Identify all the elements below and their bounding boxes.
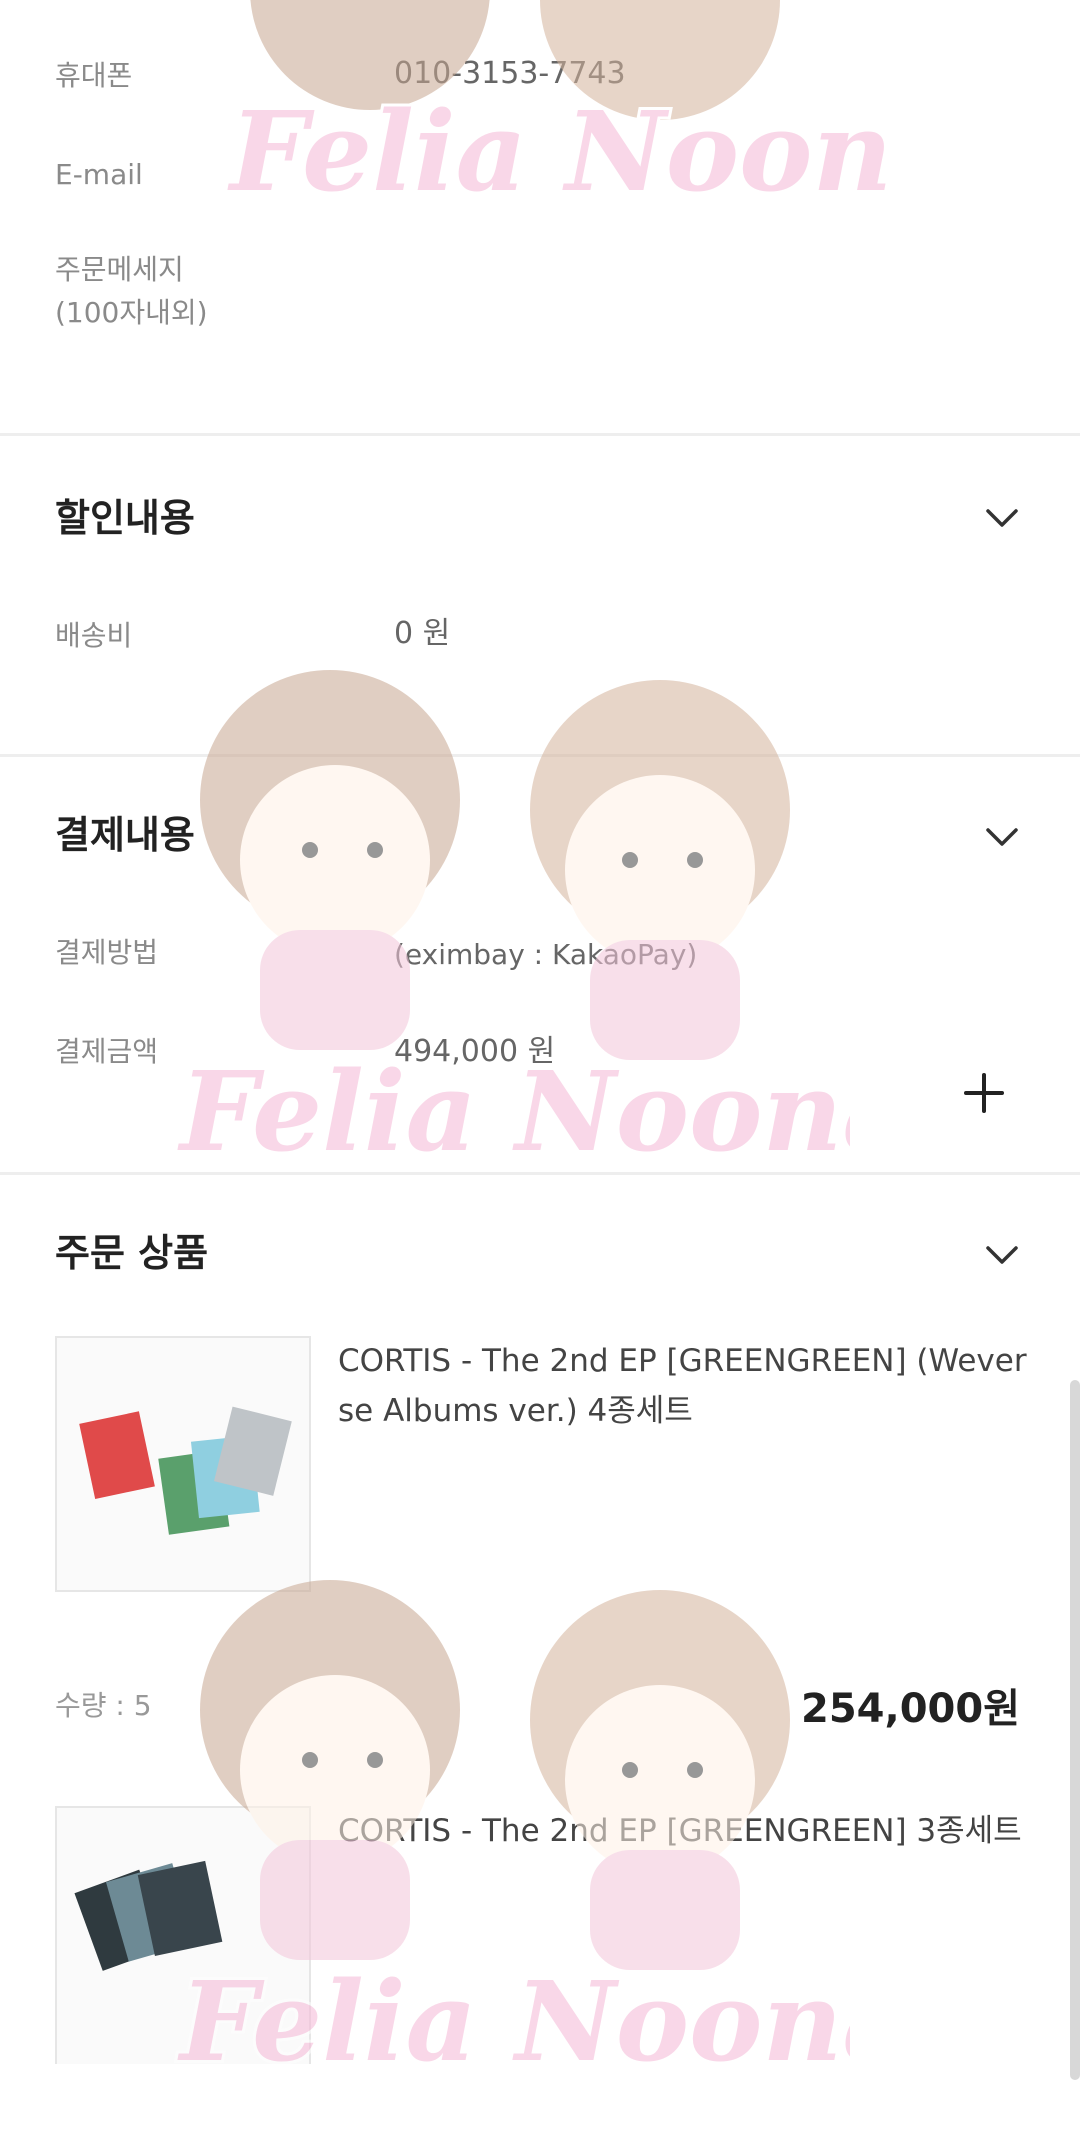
- payment-title[interactable]: 결제내용: [55, 812, 195, 858]
- shipping-fee-value: 0 원: [394, 616, 451, 651]
- email-label: E-mail: [55, 158, 143, 191]
- order-message-sublabel: (100자내외): [55, 296, 208, 329]
- plus-fab-button[interactable]: [934, 1043, 1034, 1143]
- payment-method-label: 결제방법: [55, 936, 159, 969]
- section-divider: [0, 433, 1080, 436]
- chevron-down-icon[interactable]: [978, 813, 1026, 861]
- product-thumbnail[interactable]: [55, 1336, 311, 1592]
- shipping-fee-label: 배송비: [55, 619, 133, 652]
- plus-icon: [964, 1073, 1004, 1113]
- album-image: [79, 1406, 292, 1535]
- order-items-title[interactable]: 주문 상품: [55, 1230, 208, 1276]
- product-thumbnail[interactable]: [55, 1806, 311, 2064]
- order-message-label: 주문메세지: [55, 253, 184, 286]
- watermark-text: Felia Noona: [227, 87, 890, 216]
- chevron-down-icon[interactable]: [978, 1231, 1026, 1279]
- section-divider: [0, 1172, 1080, 1175]
- chevron-down-icon[interactable]: [978, 494, 1026, 542]
- product-name[interactable]: CORTIS - The 2nd EP [GREENGREEN] (Wevers…: [338, 1336, 1028, 1436]
- phone-label: 휴대폰: [55, 59, 133, 92]
- product-name[interactable]: CORTIS - The 2nd EP [GREENGREEN] 3종세트: [338, 1806, 1028, 1856]
- payment-amount-value: 494,000 원: [394, 1034, 556, 1069]
- payment-amount-label: 결제금액: [55, 1035, 159, 1068]
- product-quantity: 수량 : 5: [55, 1689, 152, 1722]
- album-image: [74, 1860, 223, 1971]
- product-price: 254,000원: [801, 1686, 1020, 1732]
- payment-method-value: (eximbay : KakaoPay): [394, 938, 698, 971]
- phone-value: 010-3153-7743: [394, 56, 626, 91]
- scrollbar[interactable]: [1070, 1380, 1080, 2080]
- discount-title[interactable]: 할인내용: [55, 495, 195, 541]
- section-divider: [0, 754, 1080, 757]
- felia-noona-watermark: Felia Noona: [174, 670, 850, 1179]
